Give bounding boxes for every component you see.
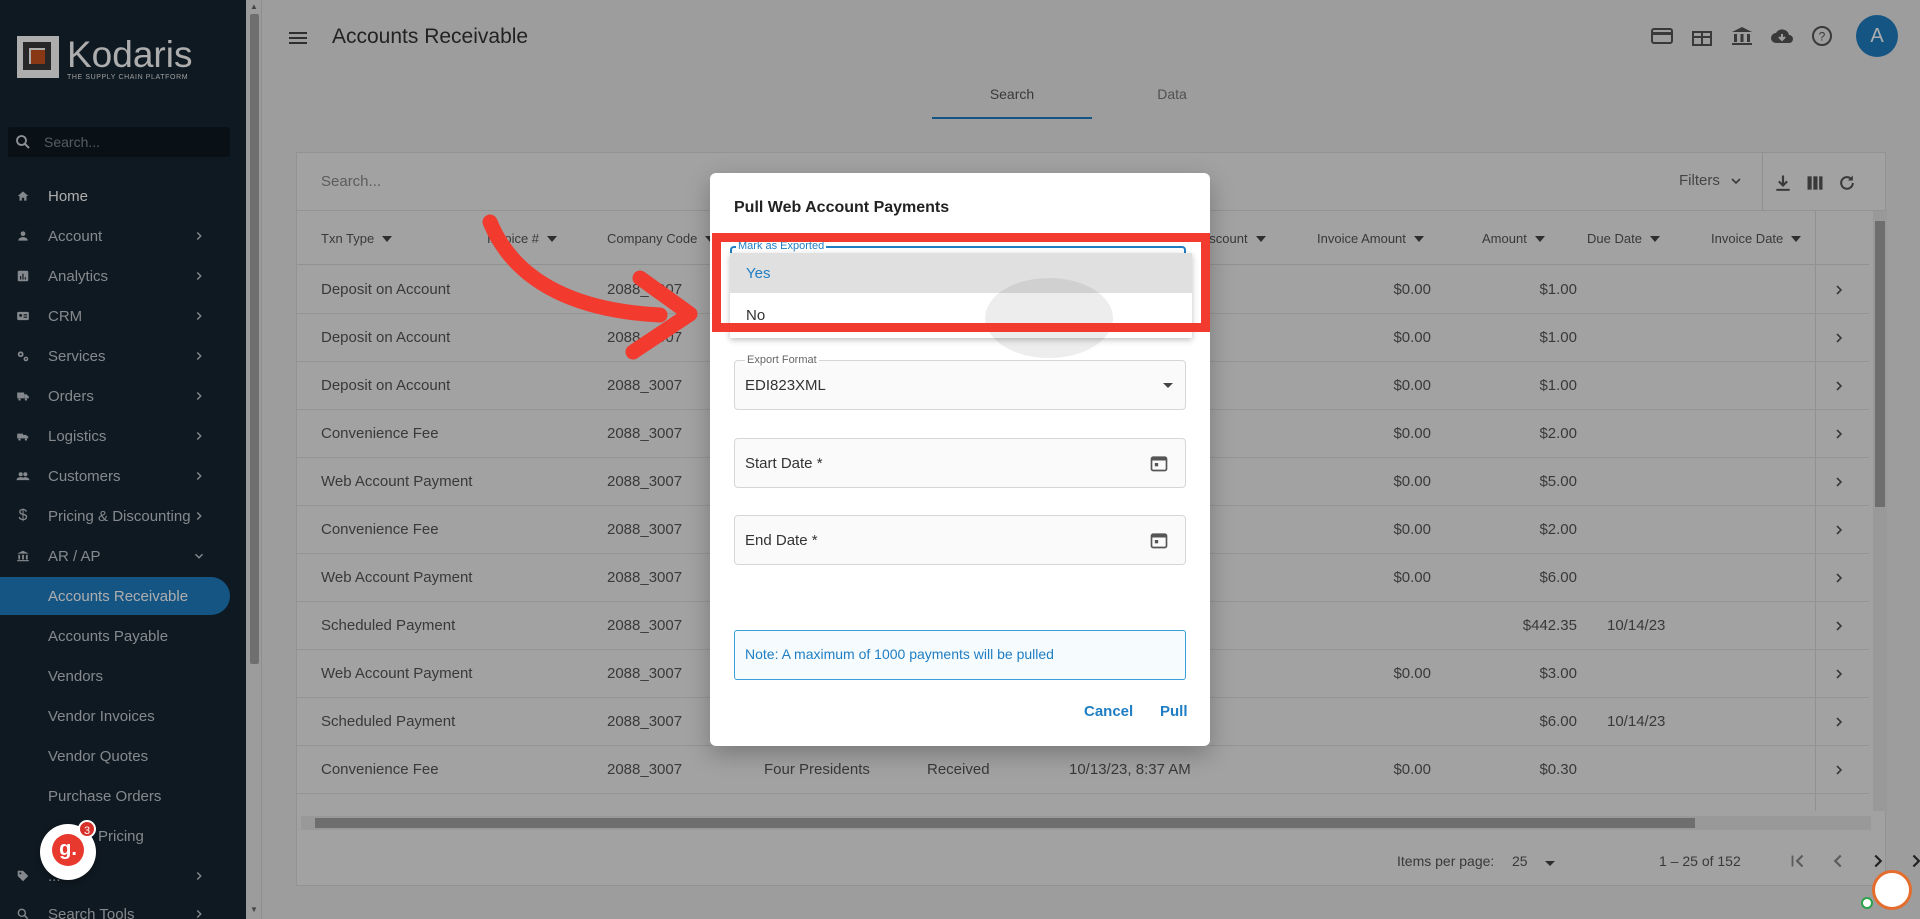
help-widget-badge[interactable]: g. 3 xyxy=(40,820,96,880)
calendar-icon[interactable] xyxy=(1149,453,1169,473)
notification-count: 3 xyxy=(78,820,96,838)
start-date-field[interactable]: Start Date * xyxy=(734,438,1186,488)
calendar-icon[interactable] xyxy=(1149,530,1169,550)
dropdown-arrow-icon xyxy=(1163,383,1173,388)
highlight-box xyxy=(712,233,1210,332)
end-date-field[interactable]: End Date * xyxy=(734,515,1186,565)
cancel-button[interactable]: Cancel xyxy=(1084,703,1133,720)
online-status-icon xyxy=(1861,897,1873,909)
chat-button[interactable] xyxy=(1861,870,1912,910)
end-date-label: End Date * xyxy=(745,532,818,549)
export-format-label: Export Format xyxy=(745,354,819,366)
widget-logo: g. xyxy=(52,834,84,866)
export-format-value: EDI823XML xyxy=(745,377,826,394)
export-format-select[interactable]: Export Format EDI823XML xyxy=(734,354,1186,410)
pull-button[interactable]: Pull xyxy=(1160,703,1188,720)
start-date-label: Start Date * xyxy=(745,455,823,472)
max-payments-note: Note: A maximum of 1000 payments will be… xyxy=(734,630,1186,680)
dialog-title: Pull Web Account Payments xyxy=(734,199,950,216)
